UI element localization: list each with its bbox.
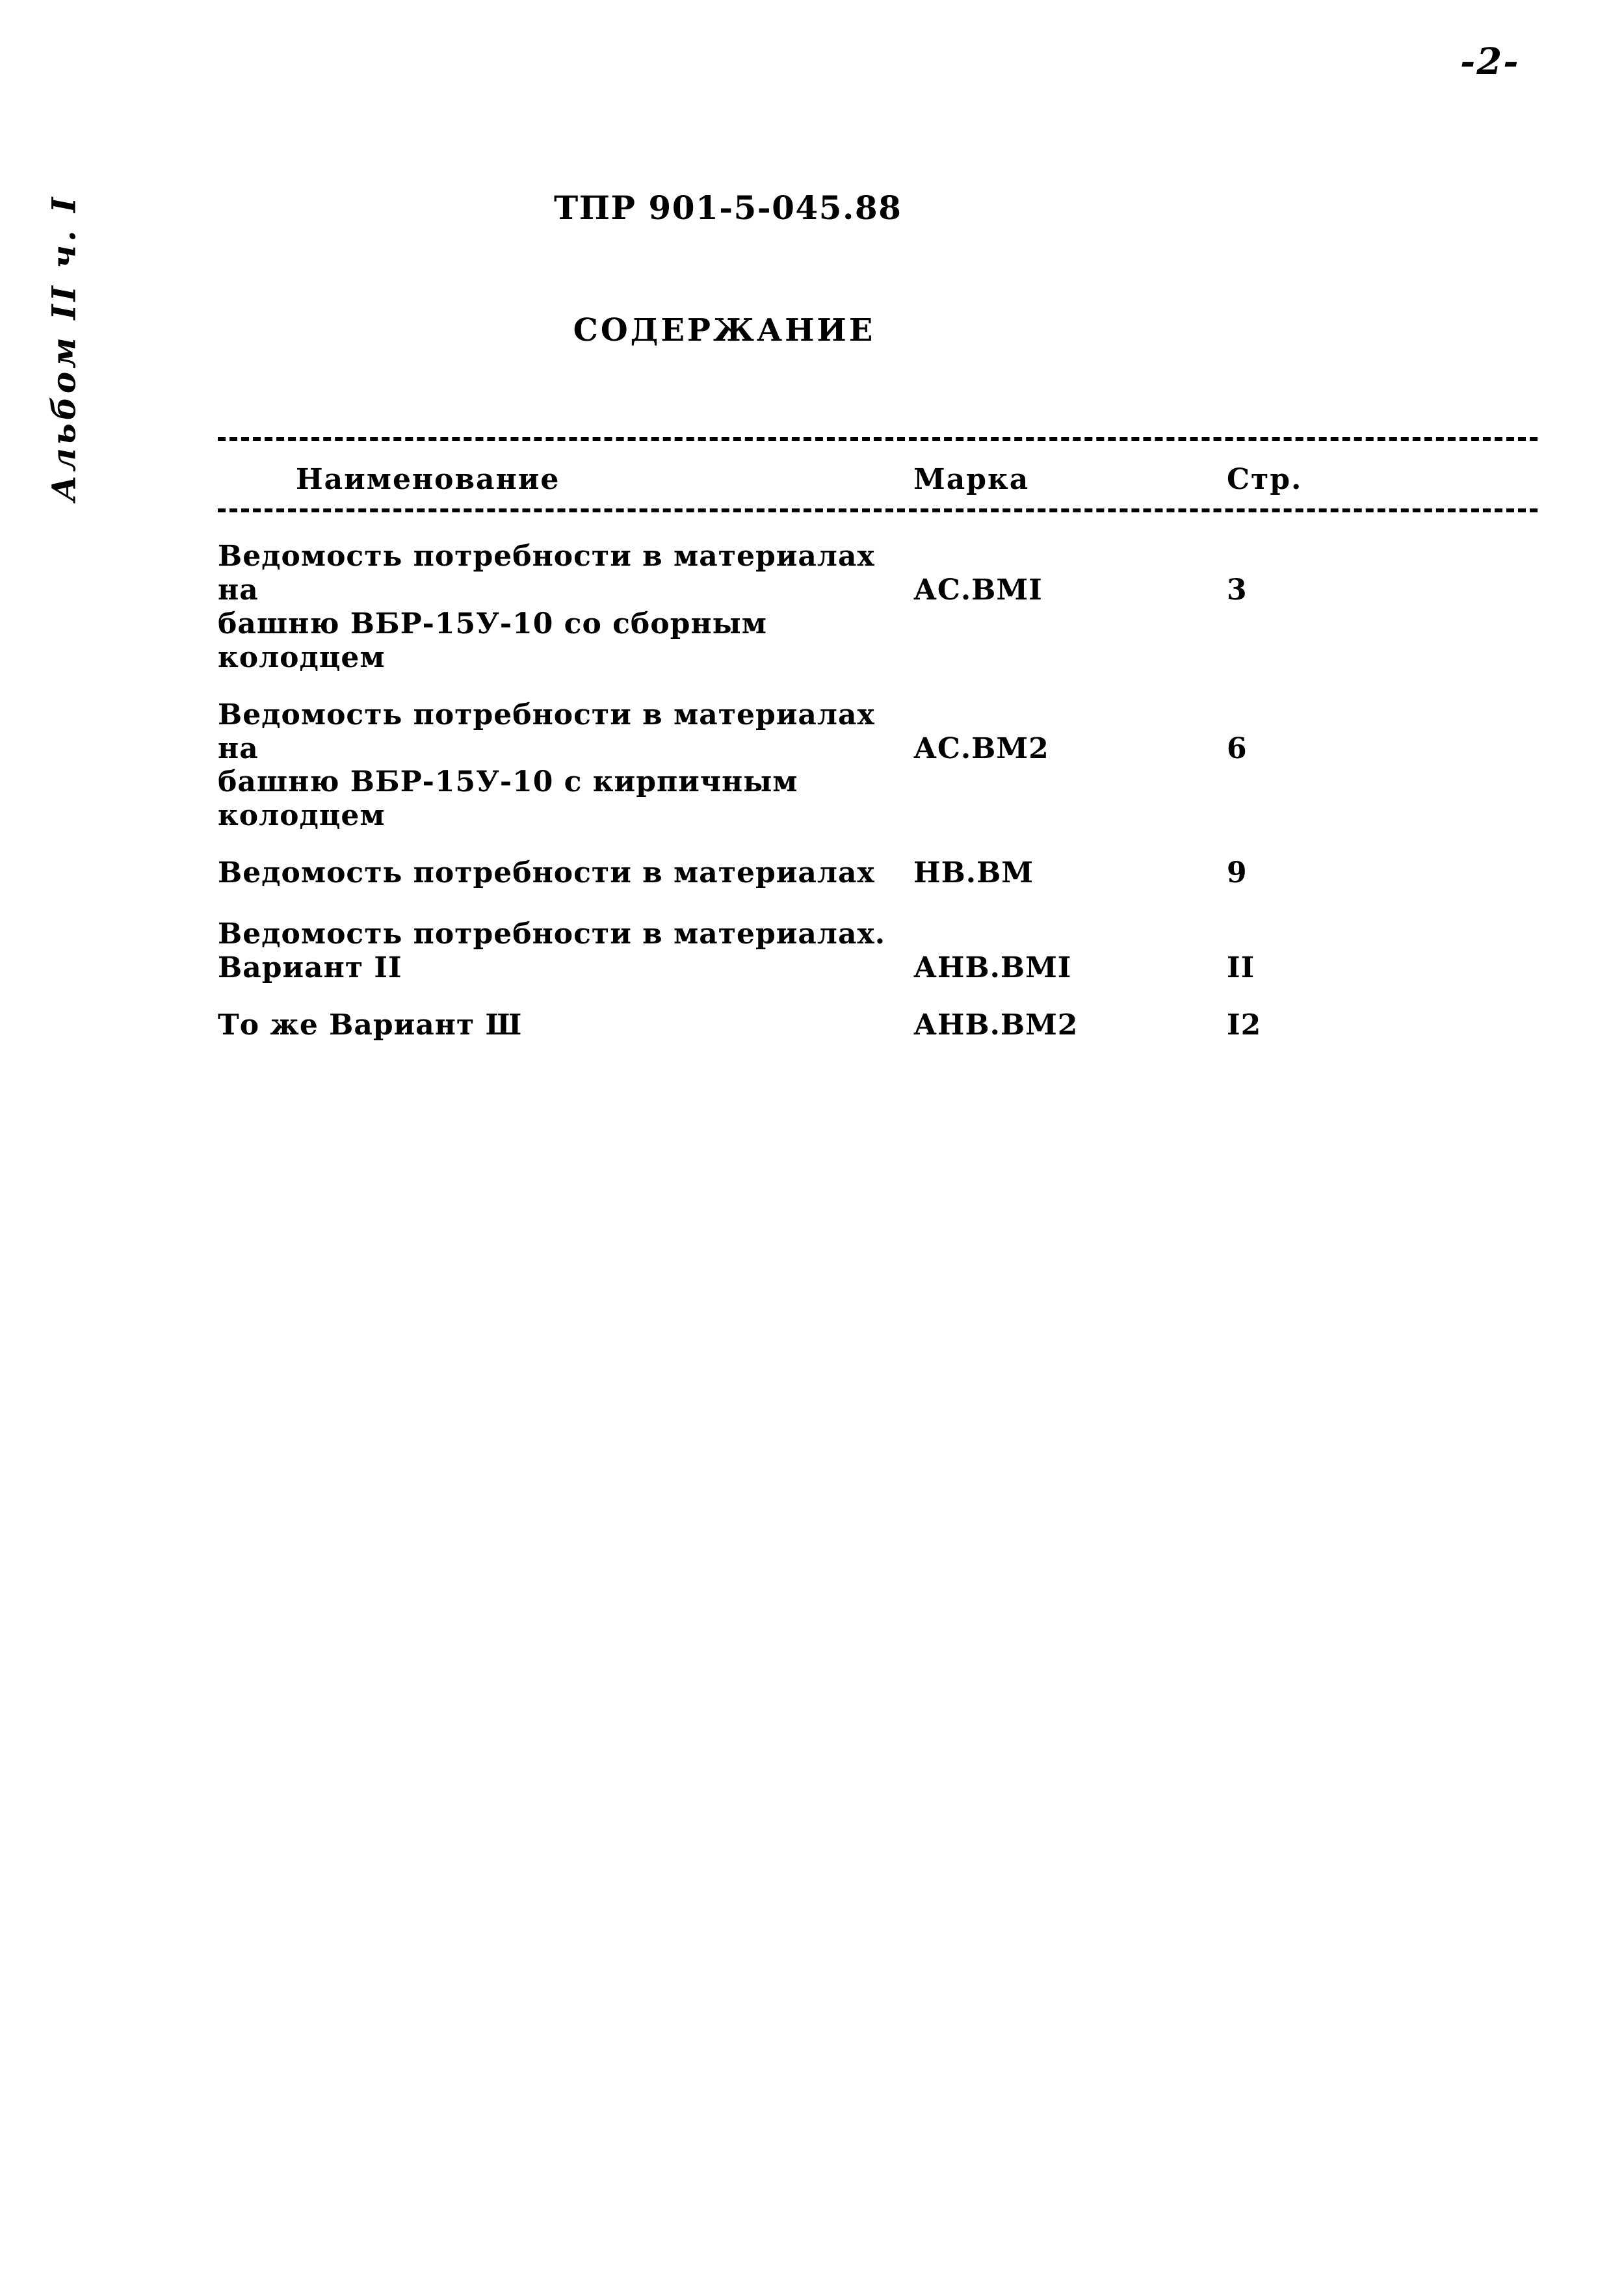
row-mark: АНВ.ВМ2 [913, 1008, 1079, 1042]
table-body: Ведомость потребности в материалах на ба… [218, 512, 1538, 1042]
table-row: Ведомость потребности в материалах на ба… [218, 540, 1538, 675]
row-mark: АНВ.ВМI [913, 951, 1072, 985]
row-mark: АС.ВМ2 [913, 731, 1049, 765]
table-of-contents: Наименование Марка Стр. Ведомость потреб… [218, 437, 1538, 1070]
table-row: Ведомость потребности в материалах на ба… [218, 698, 1538, 834]
row-page: I2 [1227, 1008, 1262, 1042]
album-marking: Альбом II ч. I [44, 194, 83, 502]
table-row: Ведомость потребности в материалах. Вари… [218, 917, 1538, 985]
row-title: Ведомость потребности в материалах [218, 856, 913, 890]
table-row: Ведомость потребности в материалах НВ.ВМ… [218, 856, 1538, 890]
row-title: Ведомость потребности в материалах на ба… [218, 698, 913, 834]
row-page: 9 [1227, 856, 1248, 890]
row-mark: НВ.ВМ [913, 856, 1034, 890]
row-title-line1: Ведомость потребности в материалах [218, 856, 875, 890]
table-row: То же Вариант Ш АНВ.ВМ2 I2 [218, 1008, 1538, 1042]
document-code: ТПР 901-5-045.88 [554, 189, 902, 227]
page-title: СОДЕРЖАНИЕ [573, 312, 876, 348]
row-page: 6 [1227, 731, 1248, 765]
row-title-line2: башню ВБР-15У-10 с кирпичным колодцем [218, 765, 798, 833]
row-page: II [1227, 951, 1255, 985]
row-title: Ведомость потребности в материалах на ба… [218, 540, 913, 675]
row-mark: АС.ВМI [913, 573, 1043, 607]
column-header-page: Стр. [1227, 463, 1303, 496]
row-title-line1: Ведомость потребности в материалах на [218, 540, 875, 607]
row-title: То же Вариант Ш [218, 1008, 913, 1042]
column-header-name: Наименование [296, 463, 560, 496]
row-title: Ведомость потребности в материалах. Вари… [218, 917, 913, 985]
page-number: -2- [1460, 40, 1520, 83]
row-title-line1: То же Вариант Ш [218, 1008, 523, 1042]
column-header-mark: Марка [913, 463, 1030, 496]
document-page: -2- Альбом II ч. I ТПР 901-5-045.88 СОДЕ… [0, 0, 1624, 2288]
row-title-line2: башню ВБР-15У-10 со сборным колодцем [218, 607, 767, 674]
row-title-line1: Ведомость потребности в материалах на [218, 698, 875, 765]
row-title-line2: Вариант II [218, 951, 402, 985]
row-page: 3 [1227, 573, 1248, 607]
row-title-line1: Ведомость потребности в материалах. [218, 917, 886, 951]
table-header-row: Наименование Марка Стр. [218, 441, 1538, 508]
